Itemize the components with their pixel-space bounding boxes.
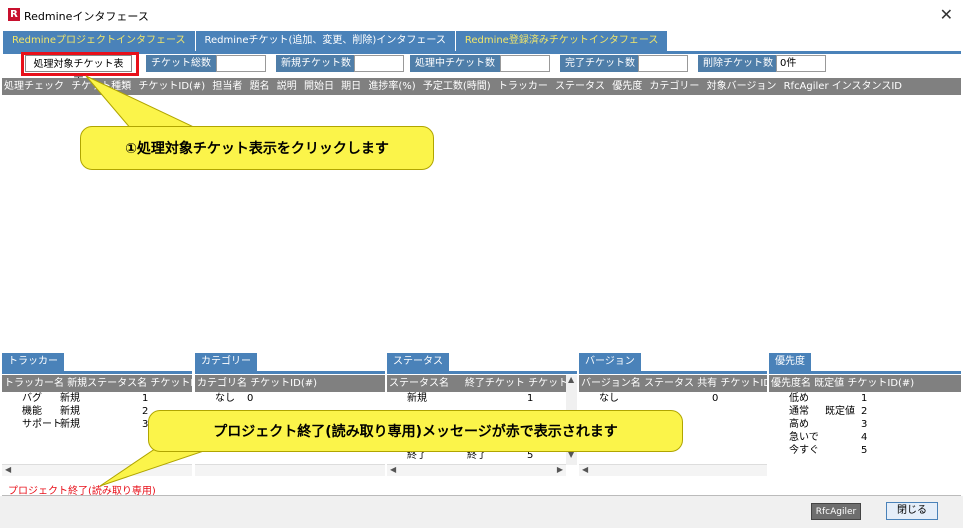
col-status[interactable]: ステータス <box>553 78 607 95</box>
col-new-status[interactable]: 新規ステータス名 <box>67 378 147 389</box>
tracker-header: トラッカー名 新規ステータス名 チケットID( <box>2 375 192 392</box>
col-priority-name[interactable]: 優先度名 <box>771 378 811 389</box>
col-progress[interactable]: 進捗率(%) <box>366 78 417 95</box>
col-ticket-type[interactable]: チケット種類 <box>69 78 133 95</box>
priority-panel: 優先度 優先度名 既定値 チケットID(#) 低め 1 通常 既定値 2 高め 3 急い… <box>769 353 961 478</box>
col-tracker[interactable]: トラッカー <box>496 78 550 95</box>
scroll-up-icon[interactable]: ▲ <box>568 375 574 384</box>
scroll-right-icon[interactable]: ▶ <box>557 465 563 474</box>
done-tickets-value <box>638 55 688 72</box>
version-hscroll[interactable]: ◀ <box>579 464 767 476</box>
deleted-tickets-value: 0件 <box>776 55 826 72</box>
list-item[interactable]: なし 0 <box>579 392 767 405</box>
col-closed-ticket[interactable]: 終了チケット <box>465 378 525 389</box>
scroll-left-icon[interactable]: ◀ <box>390 465 396 474</box>
close-button[interactable]: 閉じる <box>886 502 938 520</box>
tab-category[interactable]: カテゴリー <box>195 353 257 371</box>
ticket-grid-header: 処理チェック チケット種類 チケットID(#) 担当者 題名 説明 開始日 期日… <box>2 78 961 95</box>
tab-project-interface[interactable]: Redmineプロジェクトインタフェース <box>3 31 196 51</box>
list-item[interactable]: バグ 新規 1 <box>2 392 192 405</box>
status-hscroll[interactable]: ◀ ▶ <box>387 464 566 476</box>
tab-registered-tickets-interface[interactable]: Redmine登録済みチケットインタフェース <box>455 31 669 51</box>
tab-tracker[interactable]: トラッカー <box>2 353 64 371</box>
list-item[interactable]: 今すぐ 5 <box>769 444 961 457</box>
col-category-ticket-id[interactable]: チケットID(#) <box>250 378 317 389</box>
list-item[interactable]: 通常 既定値 2 <box>769 405 961 418</box>
inprogress-tickets-label: 処理中チケット数 <box>410 55 500 72</box>
list-item[interactable]: 高め 3 <box>769 418 961 431</box>
col-category[interactable]: カテゴリー <box>647 78 701 95</box>
col-status-name[interactable]: ステータス名 <box>389 378 449 389</box>
col-priority[interactable]: 優先度 <box>610 78 644 95</box>
tab-status[interactable]: ステータス <box>387 353 449 371</box>
col-process-check[interactable]: 処理チェック <box>2 78 66 95</box>
title-bar: R Redmineインタフェース ✕ <box>0 0 963 30</box>
list-item[interactable]: 新規 1 <box>387 392 566 405</box>
col-tracker-ticket-id[interactable]: チケットID( <box>150 378 192 389</box>
col-status-ticket[interactable]: チケット <box>528 378 566 389</box>
inprogress-tickets-value <box>500 55 550 72</box>
main-tabs: Redmineプロジェクトインタフェース Redmineチケット(追加、変更、削… <box>3 31 669 51</box>
new-tickets-value <box>354 55 404 72</box>
status-header: ステータス名 終了チケット チケット <box>387 375 566 392</box>
col-priority-ticket-id[interactable]: チケットID(#) <box>847 378 914 389</box>
col-version-ticket-id[interactable]: チケットID(# <box>720 378 767 389</box>
app-icon: R <box>8 8 20 21</box>
tab-version[interactable]: バージョン <box>579 353 641 371</box>
col-shared[interactable]: 共有 <box>697 378 717 389</box>
tab-ticket-edit-interface[interactable]: Redmineチケット(追加、変更、削除)インタフェース <box>195 31 456 51</box>
col-version-status[interactable]: ステータス <box>644 378 694 389</box>
priority-list: 低め 1 通常 既定値 2 高め 3 急いで 4 今すぐ 5 <box>769 392 961 476</box>
col-instance-id[interactable]: RfcAgiler インスタンスID <box>782 78 904 95</box>
tab-underline <box>3 51 961 54</box>
col-version-name[interactable]: バージョン名 <box>581 378 641 389</box>
col-ticket-id[interactable]: チケットID(#) <box>136 78 207 95</box>
callout-step-2: プロジェクト終了(読み取り専用)メッセージが赤で表示されます <box>148 410 683 452</box>
list-item[interactable]: なし 0 <box>195 392 385 405</box>
scroll-left-icon[interactable]: ◀ <box>582 465 588 474</box>
total-tickets-label: チケット総数 <box>146 55 216 72</box>
version-header: バージョン名 ステータス 共有 チケットID(# <box>579 375 767 392</box>
new-tickets-label: 新規チケット数 <box>276 55 354 72</box>
done-tickets-label: 完了チケット数 <box>560 55 638 72</box>
col-tracker-name[interactable]: トラッカー名 <box>4 378 64 389</box>
col-assignee[interactable]: 担当者 <box>210 78 244 95</box>
col-default-value[interactable]: 既定値 <box>814 378 844 389</box>
tracker-hscroll[interactable]: ◀ <box>2 464 192 476</box>
highlight-box <box>21 52 139 76</box>
priority-header: 優先度名 既定値 チケットID(#) <box>769 375 961 392</box>
list-item[interactable]: 低め 1 <box>769 392 961 405</box>
col-subject[interactable]: 題名 <box>248 78 272 95</box>
window-title: Redmineインタフェース <box>24 10 149 23</box>
scroll-left-icon[interactable]: ◀ <box>5 465 11 474</box>
callout-step-1: ①処理対象チケット表示をクリックします <box>80 126 434 170</box>
col-description[interactable]: 説明 <box>275 78 299 95</box>
list-item[interactable]: 急いで 4 <box>769 431 961 444</box>
category-header: カテゴリ名 チケットID(#) <box>195 375 385 392</box>
category-hscroll[interactable] <box>195 464 385 476</box>
col-target-version[interactable]: 対象バージョン <box>705 78 779 95</box>
col-start-date[interactable]: 開始日 <box>302 78 336 95</box>
close-window-icon[interactable]: ✕ <box>940 5 953 24</box>
rfcagiler-button[interactable]: RfcAgiler <box>811 503 861 520</box>
col-estimated-hours[interactable]: 予定工数(時間) <box>421 78 493 95</box>
tab-priority[interactable]: 優先度 <box>769 353 811 371</box>
col-category-name[interactable]: カテゴリ名 <box>197 378 247 389</box>
deleted-tickets-label: 削除チケット数 <box>698 55 776 72</box>
total-tickets-value <box>216 55 266 72</box>
col-due-date[interactable]: 期日 <box>339 78 363 95</box>
